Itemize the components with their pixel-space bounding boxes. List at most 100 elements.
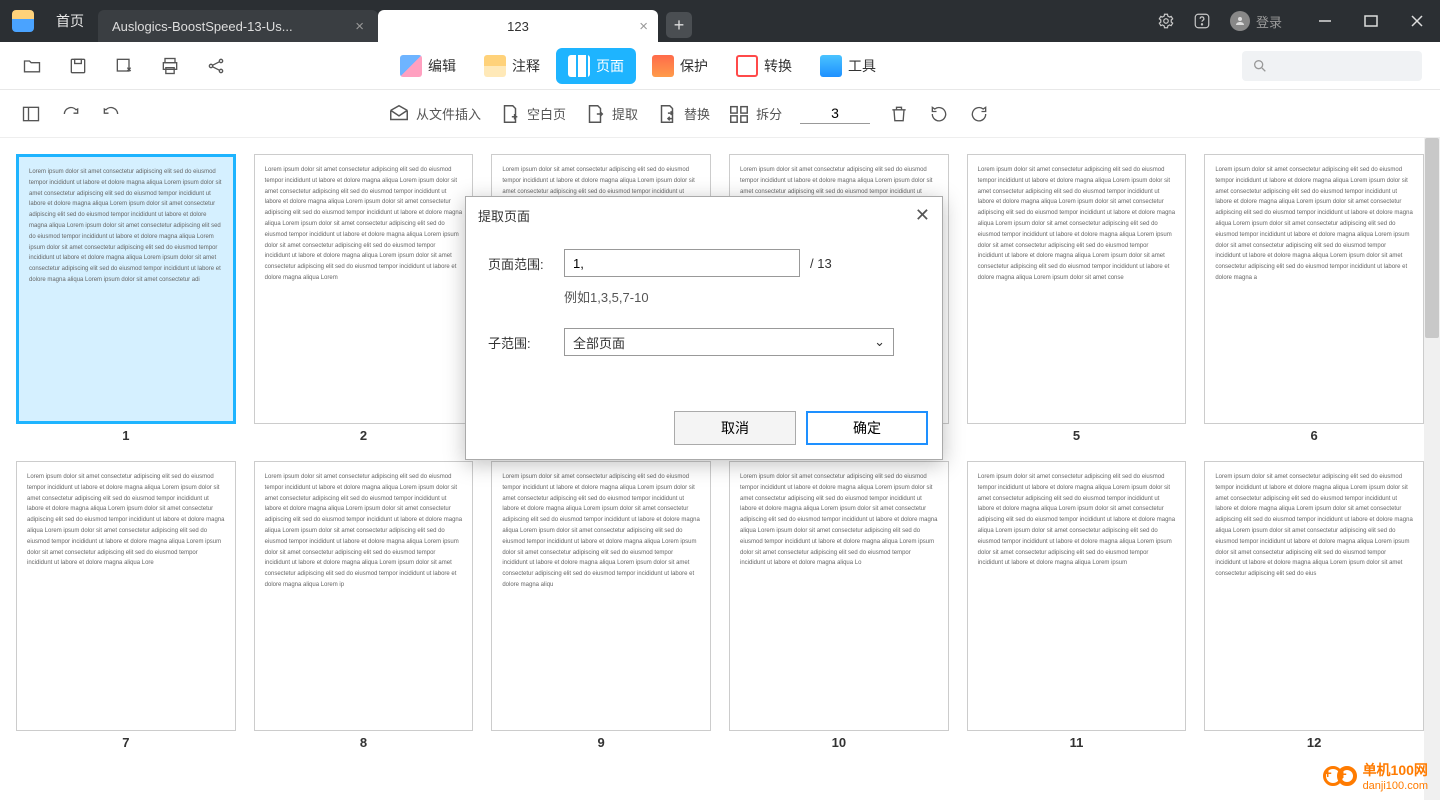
page-thumbnail[interactable]: Lorem ipsum dolor sit amet consectetur a… bbox=[16, 461, 236, 750]
thumbnail-number: 9 bbox=[598, 735, 605, 750]
dialog-title: 提取页面 bbox=[478, 206, 530, 225]
mode-comment[interactable]: 注释 bbox=[472, 48, 552, 84]
thumbnail-number: 1 bbox=[122, 428, 129, 443]
print-icon[interactable] bbox=[156, 52, 184, 80]
help-icon[interactable] bbox=[1190, 9, 1214, 33]
page-thumbnail[interactable]: Lorem ipsum dolor sit amet consectetur a… bbox=[1204, 154, 1424, 443]
page-thumbnail[interactable]: Lorem ipsum dolor sit amet consectetur a… bbox=[1204, 461, 1424, 750]
page-total: / 13 bbox=[810, 256, 832, 271]
cancel-button[interactable]: 取消 bbox=[674, 411, 796, 445]
edit-icon bbox=[400, 55, 422, 77]
delete-button[interactable] bbox=[888, 103, 910, 125]
range-input[interactable] bbox=[564, 249, 800, 277]
replace-button[interactable]: 替换 bbox=[656, 103, 710, 125]
blank-page-button[interactable]: 空白页 bbox=[499, 103, 566, 125]
scrollbar-thumb[interactable] bbox=[1425, 138, 1439, 338]
button-label: 替换 bbox=[684, 104, 710, 123]
save-as-icon[interactable] bbox=[110, 52, 138, 80]
range-hint: 例如1,3,5,7-10 bbox=[564, 287, 920, 306]
page-thumbnail[interactable]: Lorem ipsum dolor sit amet consectetur a… bbox=[254, 154, 474, 443]
mode-convert[interactable]: 转换 bbox=[724, 48, 804, 84]
search-icon bbox=[1252, 58, 1268, 74]
subrange-select[interactable]: 全部页面 ⌄ bbox=[564, 328, 894, 356]
save-icon[interactable] bbox=[64, 52, 92, 80]
page-thumbnail[interactable]: Lorem ipsum dolor sit amet consectetur a… bbox=[967, 461, 1187, 750]
page-toolbar: 从文件插入 空白页 提取 替换 拆分 bbox=[0, 90, 1440, 138]
mode-protect[interactable]: 保护 bbox=[640, 48, 720, 84]
button-label: 提取 bbox=[612, 104, 638, 123]
page-number-input[interactable] bbox=[800, 103, 870, 124]
mode-edit[interactable]: 编辑 bbox=[388, 48, 468, 84]
watermark-brand: 单机100网 bbox=[1363, 760, 1428, 780]
main-toolbar: 编辑 注释 页面 保护 转换 工具 bbox=[0, 42, 1440, 90]
new-tab-button[interactable]: + bbox=[666, 12, 692, 38]
panel-toggle-button[interactable] bbox=[20, 103, 42, 125]
tab-active[interactable]: 123 × bbox=[378, 10, 658, 42]
minimize-button[interactable] bbox=[1302, 0, 1348, 42]
scrollbar[interactable] bbox=[1424, 138, 1440, 800]
close-icon[interactable]: ✕ bbox=[915, 205, 930, 226]
thumbnail-number: 2 bbox=[360, 428, 367, 443]
tools-icon bbox=[820, 55, 842, 77]
mode-label: 工具 bbox=[848, 56, 876, 76]
login-label: 登录 bbox=[1256, 12, 1282, 31]
thumbnail-number: 11 bbox=[1070, 735, 1084, 750]
search-input[interactable] bbox=[1242, 51, 1422, 81]
extract-button[interactable]: 提取 bbox=[584, 103, 638, 125]
button-label: 空白页 bbox=[527, 104, 566, 123]
page-thumbnail[interactable]: Lorem ipsum dolor sit amet consectetur a… bbox=[491, 461, 711, 750]
mode-label: 注释 bbox=[512, 56, 540, 76]
tab-inactive[interactable]: Auslogics-BoostSpeed-13-Us... × bbox=[98, 10, 378, 42]
thumbnail-number: 5 bbox=[1073, 428, 1080, 443]
thumbnail-number: 10 bbox=[832, 735, 846, 750]
range-label: 页面范围: bbox=[488, 254, 564, 273]
tab-label: Auslogics-BoostSpeed-13-Us... bbox=[112, 19, 293, 34]
thumbnail-number: 12 bbox=[1307, 735, 1321, 750]
convert-icon bbox=[736, 55, 758, 77]
watermark-url: danji100.com bbox=[1363, 780, 1428, 792]
mode-label: 页面 bbox=[596, 56, 624, 76]
protect-icon bbox=[652, 55, 674, 77]
close-icon[interactable]: × bbox=[639, 18, 648, 35]
maximize-button[interactable] bbox=[1348, 0, 1394, 42]
close-icon[interactable]: × bbox=[355, 18, 364, 35]
split-button[interactable]: 拆分 bbox=[728, 103, 782, 125]
insert-from-file-button[interactable]: 从文件插入 bbox=[388, 103, 481, 125]
button-label: 拆分 bbox=[756, 104, 782, 123]
titlebar: 首页 Auslogics-BoostSpeed-13-Us... × 123 ×… bbox=[0, 0, 1440, 42]
undo-button[interactable] bbox=[100, 103, 122, 125]
chevron-down-icon: ⌄ bbox=[874, 334, 885, 350]
mode-tabs: 编辑 注释 页面 保护 转换 工具 bbox=[388, 48, 888, 84]
extract-dialog: 提取页面 ✕ 页面范围: / 13 例如1,3,5,7-10 子范围: 全部页面… bbox=[465, 196, 943, 460]
open-icon[interactable] bbox=[18, 52, 46, 80]
watermark-logo-icon bbox=[1323, 766, 1357, 786]
app-icon bbox=[12, 10, 34, 32]
home-button[interactable]: 首页 bbox=[42, 11, 98, 31]
mode-label: 保护 bbox=[680, 56, 708, 76]
page-icon bbox=[568, 55, 590, 77]
share-icon[interactable] bbox=[202, 52, 230, 80]
page-thumbnail[interactable]: Lorem ipsum dolor sit amet consectetur a… bbox=[16, 154, 236, 443]
mode-label: 转换 bbox=[764, 56, 792, 76]
thumbnail-number: 7 bbox=[122, 735, 129, 750]
select-value: 全部页面 bbox=[573, 333, 625, 352]
rotate-left-button[interactable] bbox=[928, 103, 950, 125]
mode-label: 编辑 bbox=[428, 56, 456, 76]
page-thumbnail[interactable]: Lorem ipsum dolor sit amet consectetur a… bbox=[729, 461, 949, 750]
avatar-icon bbox=[1230, 11, 1250, 31]
rotate-right-button[interactable] bbox=[968, 103, 990, 125]
page-thumbnail[interactable]: Lorem ipsum dolor sit amet consectetur a… bbox=[254, 461, 474, 750]
watermark: 单机100网 danji100.com bbox=[1323, 760, 1428, 792]
subrange-label: 子范围: bbox=[488, 333, 564, 352]
gear-icon[interactable] bbox=[1154, 9, 1178, 33]
ok-button[interactable]: 确定 bbox=[806, 411, 928, 445]
page-thumbnail[interactable]: Lorem ipsum dolor sit amet consectetur a… bbox=[967, 154, 1187, 443]
close-button[interactable] bbox=[1394, 0, 1440, 42]
comment-icon bbox=[484, 55, 506, 77]
button-label: 从文件插入 bbox=[416, 104, 481, 123]
redo-button[interactable] bbox=[60, 103, 82, 125]
login-button[interactable]: 登录 bbox=[1230, 11, 1282, 31]
mode-tools[interactable]: 工具 bbox=[808, 48, 888, 84]
mode-page[interactable]: 页面 bbox=[556, 48, 636, 84]
dialog-titlebar: 提取页面 ✕ bbox=[466, 197, 942, 233]
